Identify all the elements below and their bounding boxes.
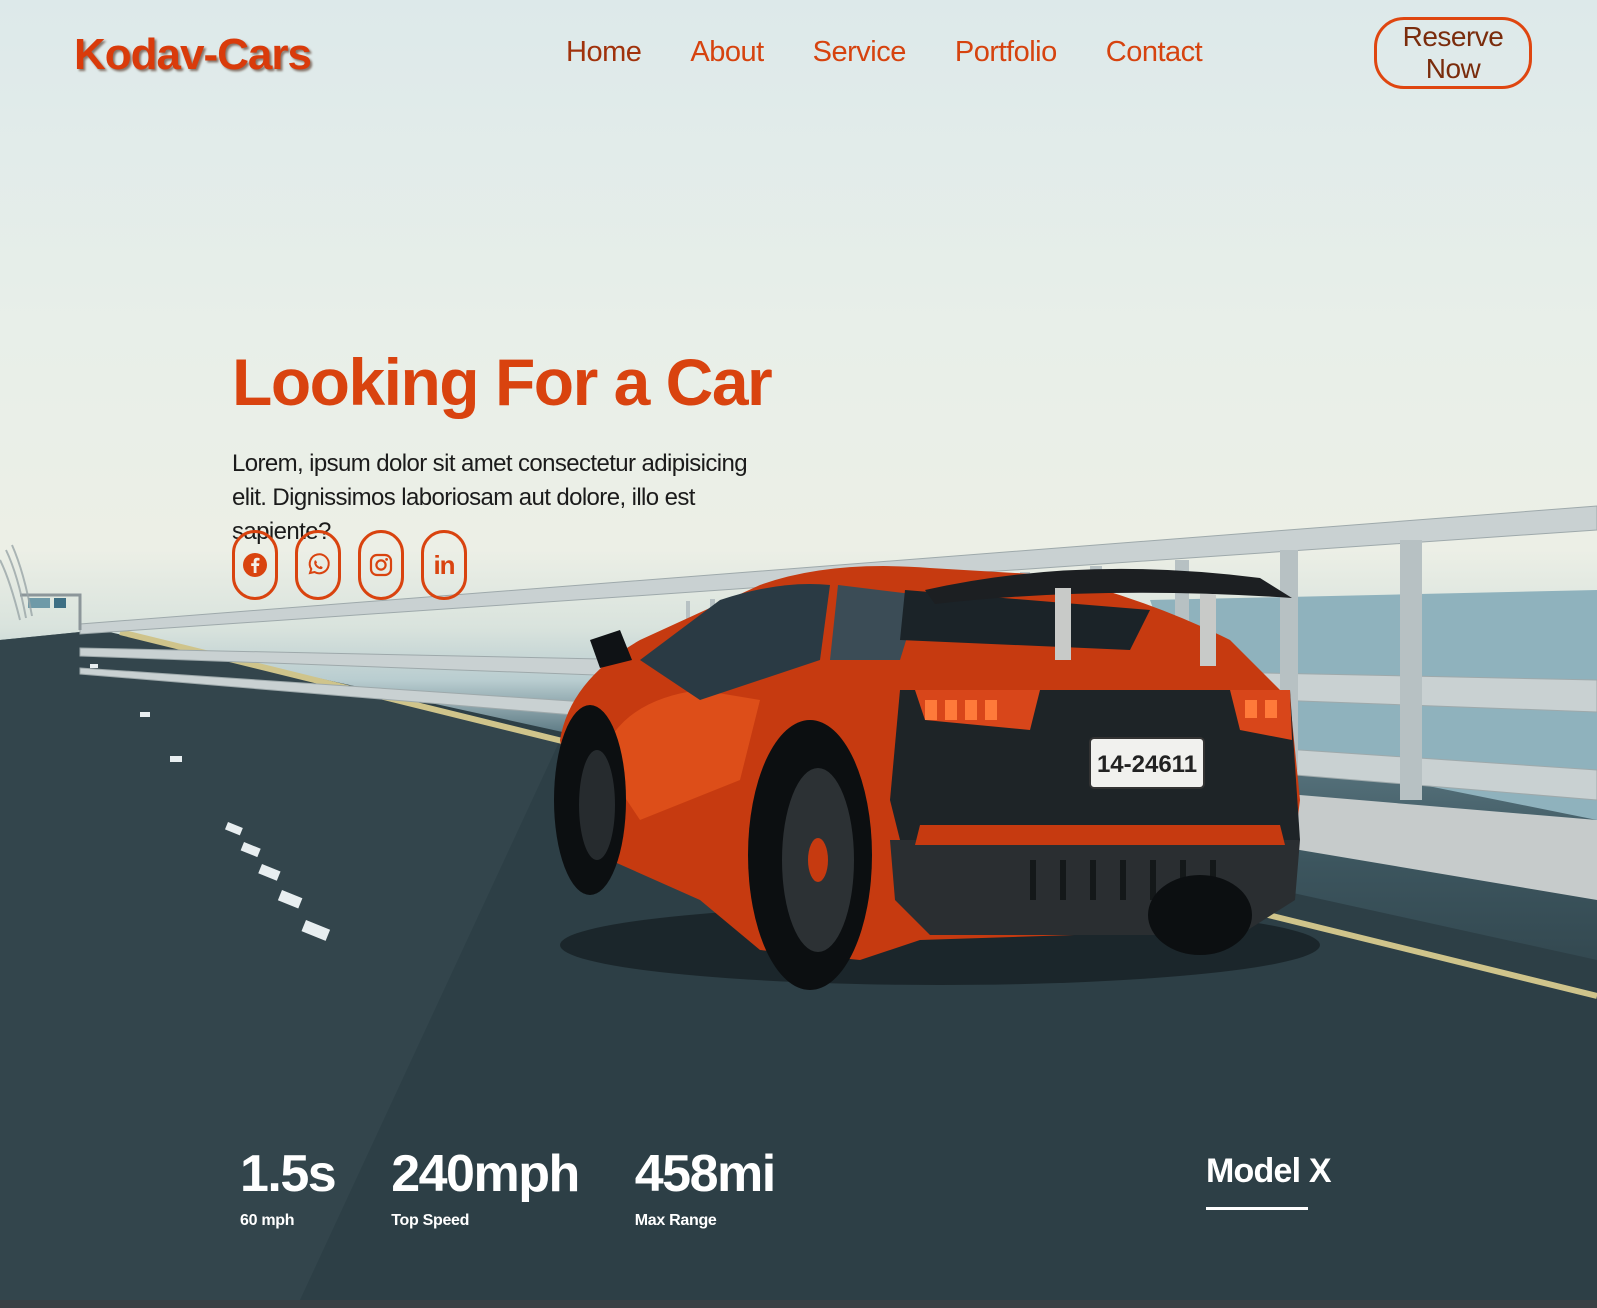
car-plate-text: 14-24611	[1097, 751, 1197, 778]
model-selector[interactable]: Model X	[1206, 1152, 1332, 1210]
social-links: in	[232, 530, 484, 600]
stat-value: 240mph	[391, 1145, 580, 1203]
stat-label: Max Range	[634, 1212, 717, 1229]
stat-value: 458mi	[634, 1145, 776, 1203]
facebook-button[interactable]	[232, 530, 278, 600]
instagram-button[interactable]	[358, 530, 404, 600]
nav-home-link[interactable]: Home	[566, 36, 642, 69]
model-underline	[1206, 1207, 1308, 1210]
stat-label: Top Speed	[391, 1212, 470, 1229]
facebook-icon	[243, 553, 267, 577]
hero-title: Looking For a Car	[232, 345, 773, 419]
stat-max-range: 458mi Max Range	[634, 1145, 776, 1230]
whatsapp-button[interactable]	[295, 530, 341, 600]
reserve-now-button[interactable]: Reserve Now	[1374, 17, 1532, 89]
stat-value: 1.5s	[240, 1145, 337, 1203]
car-stats: 1.5s 60 mph 240mph Top Speed 458mi Max R…	[240, 1146, 831, 1230]
stat-top-speed: 240mph Top Speed	[391, 1145, 580, 1230]
hero-background: 14-24611 Kodav-Cars Home About Service P…	[0, 0, 1597, 1308]
instagram-icon	[369, 553, 393, 577]
stat-acceleration: 1.5s 60 mph	[240, 1145, 337, 1230]
bottom-strip	[0, 1300, 1597, 1308]
sports-car-image: 14-24611	[0, 505, 1597, 1300]
whatsapp-icon	[308, 553, 330, 575]
nav-contact-link[interactable]: Contact	[1106, 36, 1203, 69]
linkedin-icon: in	[433, 549, 455, 580]
linkedin-button[interactable]: in	[421, 530, 467, 600]
nav-portfolio-link[interactable]: Portfolio	[955, 36, 1057, 69]
stat-label: 60 mph	[240, 1212, 295, 1229]
model-name[interactable]: Model X	[1206, 1152, 1332, 1191]
nav-service-link[interactable]: Service	[813, 36, 907, 69]
brand-logo[interactable]: Kodav-Cars	[74, 30, 312, 80]
nav-about-link[interactable]: About	[690, 36, 764, 69]
main-nav: Home About Service Portfolio Contact	[566, 36, 1251, 69]
